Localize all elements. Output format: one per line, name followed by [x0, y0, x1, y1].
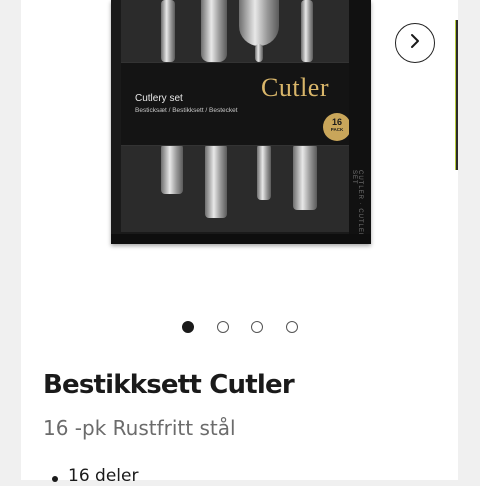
teaspoon-handle-bottom [293, 144, 317, 210]
fork-handle-top [161, 0, 175, 62]
knife-top [201, 0, 227, 62]
package-label-band: Cutlery set Besticksæt / Bestikksett / B… [121, 62, 359, 146]
feature-item: 16 deler [48, 466, 138, 486]
spoon-handle-bottom [257, 144, 271, 200]
teaspoon-top [301, 0, 313, 62]
product-title: Bestikksett Cutler [43, 370, 295, 400]
feature-list: 16 deler [48, 466, 138, 486]
brand-logo: Cutler [261, 73, 329, 102]
fork-handle-bottom [161, 144, 183, 194]
next-image-peek [434, 0, 458, 170]
pack-badge: 16 PACK [323, 113, 351, 141]
set-subtitle: Besticksæt / Bestikksett / Bestecket [135, 107, 238, 114]
pack-count: 16 [331, 117, 342, 127]
box-tray: Cutlery set Besticksæt / Bestikksett / B… [121, 0, 359, 232]
spoon-bowl [239, 0, 279, 46]
spoon-stem [255, 44, 263, 62]
gallery-pagination [0, 321, 480, 335]
spine-text: CUTLER · CUTLERY SET [351, 170, 363, 244]
chevron-right-icon [407, 33, 423, 54]
gallery-dot-4[interactable] [286, 321, 298, 333]
pack-label: PACK [330, 127, 344, 132]
gallery-dot-2[interactable] [217, 321, 229, 333]
peek-edge [456, 20, 458, 170]
next-image-button[interactable] [395, 23, 435, 63]
product-image: Cutlery set Besticksæt / Bestikksett / B… [111, 0, 371, 244]
image-gallery[interactable]: Cutlery set Besticksæt / Bestikksett / B… [21, 0, 458, 300]
set-title: Cutlery set [135, 93, 183, 104]
knife-handle-bottom [205, 144, 227, 218]
product-subtitle: 16 -pk Rustfritt stål [43, 416, 236, 440]
gallery-dot-1[interactable] [182, 321, 194, 333]
box-edge [111, 234, 371, 244]
box-spine: CUTLER · CUTLERY SET [349, 0, 371, 244]
gallery-dot-3[interactable] [251, 321, 263, 333]
